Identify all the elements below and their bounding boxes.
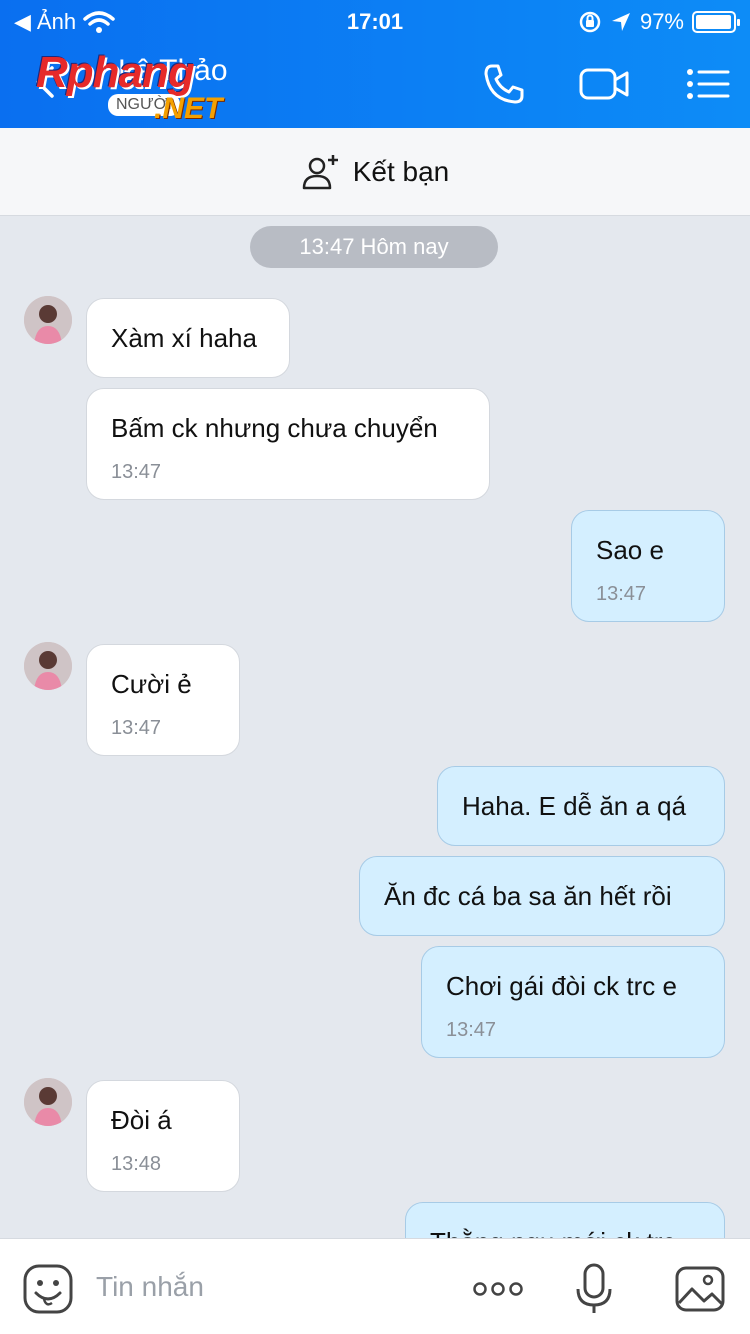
message-input-bar: Tin nhắn <box>0 1238 750 1334</box>
rotation-lock-icon <box>579 11 601 33</box>
contact-avatar[interactable] <box>24 1078 72 1126</box>
avatar-photo <box>24 642 72 690</box>
message-bubble-incoming[interactable]: Xàm xí haha <box>86 298 290 378</box>
message-list[interactable]: 13:47 Hôm nay Xàm xí haha Bấm ck nhưng c… <box>0 216 750 1238</box>
message-time: 13:47 <box>111 717 162 739</box>
add-friend-bar[interactable]: Kết bạn <box>0 128 750 216</box>
message-text: Cười ẻ <box>111 669 192 699</box>
video-call-icon[interactable] <box>578 60 630 108</box>
more-dots-icon[interactable] <box>472 1263 524 1315</box>
message-time: 13:47 <box>111 461 162 483</box>
message-text: Ăn đc cá ba sa ăn hết rồi <box>384 881 672 911</box>
message-text: Bấm ck nhưng chưa chuyển <box>111 413 438 443</box>
message-bubble-incoming[interactable]: Bấm ck nhưng chưa chuyển 13:47 <box>86 388 490 500</box>
watermark-logo: Rphang NGƯỜI .NET <box>36 48 276 128</box>
message-bubble-outgoing[interactable]: Sao e 13:47 <box>571 510 725 622</box>
message-bubble-incoming[interactable]: Cười ẻ 13:47 <box>86 644 240 756</box>
message-bubble-outgoing[interactable]: Chơi gái đòi ck trc e 13:47 <box>421 946 725 1058</box>
battery-percent: 97% <box>639 9 684 34</box>
menu-list-icon[interactable] <box>682 60 734 108</box>
date-divider: 13:47 Hôm nay <box>250 226 498 268</box>
message-time: 13:47 <box>596 583 647 605</box>
add-friend-icon <box>302 154 338 189</box>
message-bubble-outgoing[interactable]: Ăn đc cá ba sa ăn hết rồi <box>359 856 725 936</box>
watermark-main-text: Rphang <box>36 48 195 97</box>
microphone-icon[interactable] <box>568 1263 620 1315</box>
location-arrow-icon <box>611 13 630 31</box>
message-input[interactable]: Tin nhắn <box>96 1271 204 1303</box>
contact-avatar[interactable] <box>24 296 72 344</box>
phone-icon[interactable] <box>478 60 530 108</box>
add-friend-label: Kết bạn <box>352 155 450 187</box>
chat-header: ◀ Ảnh 17:01 97% Lê Thảo Rphang NGƯỜI .NE… <box>0 0 750 128</box>
message-text: Chơi gái đòi ck trc e <box>446 971 677 1001</box>
message-text: Đòi á <box>111 1105 172 1135</box>
message-time: 13:48 <box>111 1153 162 1175</box>
message-bubble-incoming[interactable]: Đòi á 13:48 <box>86 1080 240 1192</box>
message-text: Sao e <box>596 535 664 565</box>
watermark-net-text: .NET <box>154 92 223 125</box>
image-icon[interactable] <box>674 1263 726 1315</box>
battery-icon <box>692 11 740 33</box>
avatar-photo <box>24 296 72 344</box>
message-bubble-outgoing[interactable]: Thằng ngu mới ck trc <box>405 1202 725 1238</box>
message-time: 13:47 <box>446 1019 497 1041</box>
message-text: Thằng ngu mới ck trc <box>430 1227 675 1238</box>
message-text: Haha. E dễ ăn a qá <box>462 791 687 821</box>
contact-avatar[interactable] <box>24 642 72 690</box>
status-bar: ◀ Ảnh 17:01 97% <box>0 6 750 36</box>
message-text: Xàm xí haha <box>111 323 257 353</box>
emoji-icon[interactable] <box>22 1263 74 1315</box>
avatar-photo <box>24 1078 72 1126</box>
message-bubble-outgoing[interactable]: Haha. E dễ ăn a qá <box>437 766 725 846</box>
